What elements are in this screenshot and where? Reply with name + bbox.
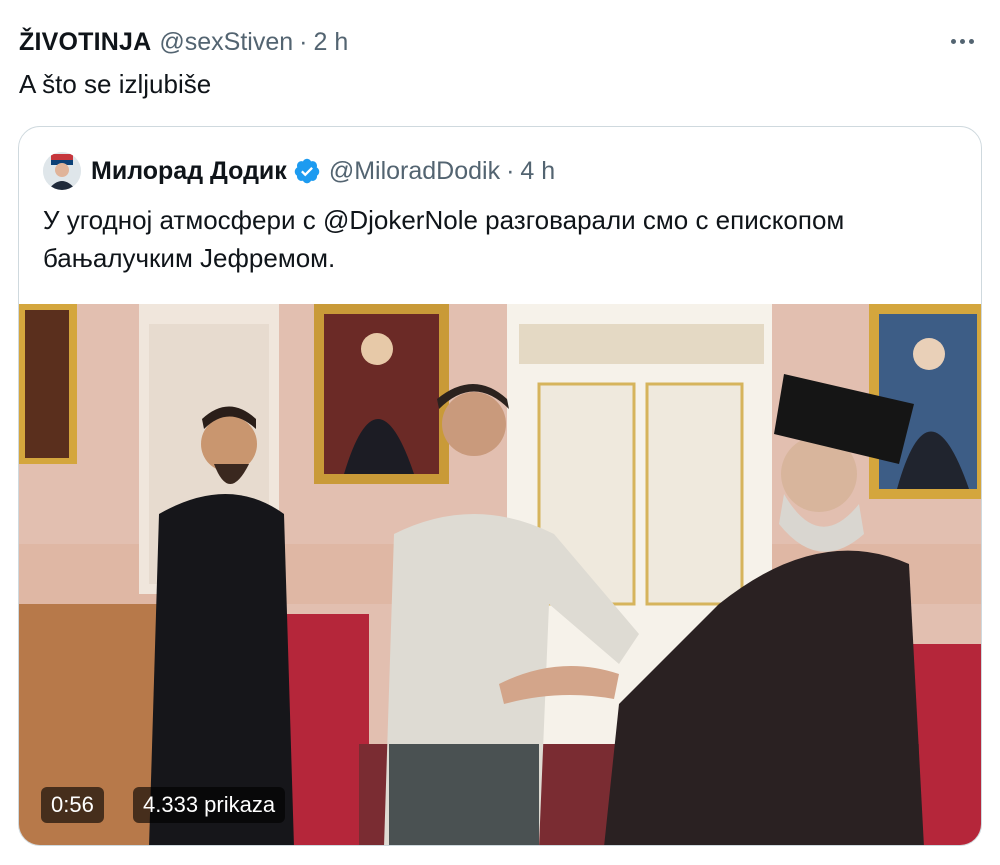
avatar[interactable] [43, 152, 81, 190]
tweet-text: A što se izljubiše [19, 69, 212, 99]
quoted-tweet-text: У угодној атмосфери с @DjokerNole разгов… [43, 205, 845, 273]
author-name[interactable]: ŽIVOTINJA [19, 28, 151, 57]
author-handle[interactable]: @sexStiven [159, 28, 293, 57]
separator-dot: · [299, 27, 308, 56]
quoted-tweet-card[interactable]: Милорад Додик @MiloradDodik · 4 h У угод… [18, 126, 982, 846]
separator-dot: · [506, 156, 515, 185]
video-views-badge: 4.333 prikaza [133, 787, 286, 823]
quoted-author-handle[interactable]: @MiloradDodik [329, 157, 500, 186]
video-frame [19, 304, 981, 845]
verified-badge-icon [293, 157, 321, 185]
quoted-author-name[interactable]: Милорад Додик [91, 157, 287, 186]
tweet-timestamp[interactable]: 2 h [313, 28, 348, 57]
tweet-header: ŽIVOTINJA @sexStiven · 2 h [19, 24, 348, 60]
quoted-tweet-timestamp[interactable]: 4 h [520, 157, 555, 186]
video-player[interactable]: 0:56 4.333 prikaza [19, 304, 981, 845]
video-duration-badge: 0:56 [41, 787, 104, 823]
quoted-tweet-header: Милорад Додик @MiloradDodik · 4 h [43, 151, 555, 191]
more-horizontal-icon[interactable] [944, 26, 980, 56]
